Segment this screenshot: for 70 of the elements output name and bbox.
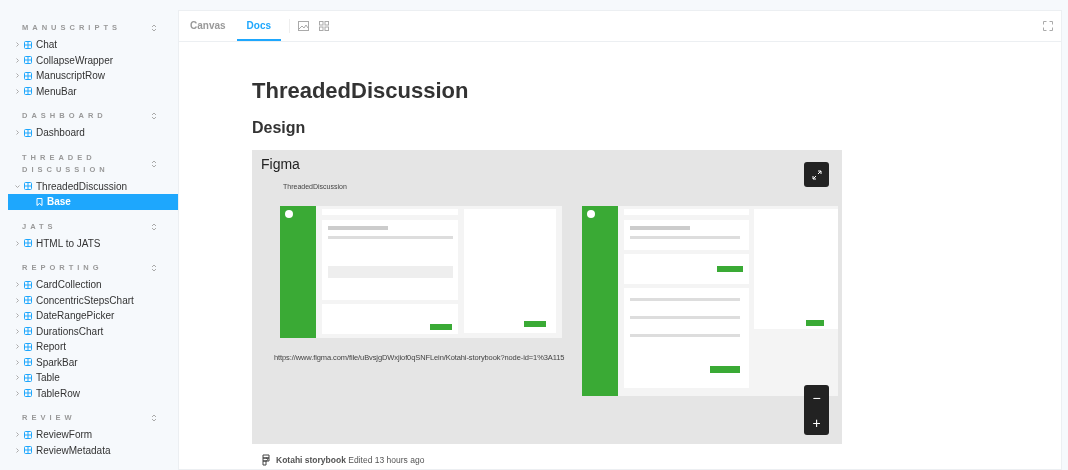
zoom-in-button[interactable]: + <box>804 410 829 435</box>
component-icon <box>24 327 32 336</box>
component-icon <box>24 446 32 455</box>
tree-item[interactable]: ReviewMetadata <box>8 442 178 458</box>
tree-item[interactable]: HTML to JATS <box>8 235 178 251</box>
tree-item[interactable]: CardCollection <box>8 277 178 293</box>
component-icon <box>24 40 32 49</box>
fullscreen-icon[interactable] <box>1043 21 1053 31</box>
tree-item[interactable]: TableRow <box>8 385 178 401</box>
caret-icon <box>15 57 20 63</box>
component-icon <box>24 239 32 248</box>
tree-item[interactable]: ManuscriptRow <box>8 68 178 84</box>
caret-icon <box>15 328 20 334</box>
tree-item[interactable]: Chat <box>8 37 178 53</box>
component-icon <box>24 389 32 398</box>
expand-collapse-icon[interactable] <box>150 158 158 169</box>
tree-item[interactable]: ConcentricStepsChart <box>8 292 178 308</box>
tree-item[interactable]: ReviewForm <box>8 427 178 443</box>
expand-collapse-icon[interactable] <box>150 23 158 33</box>
expand-collapse-icon[interactable] <box>150 221 158 232</box>
expand-collapse-icon[interactable] <box>150 413 158 423</box>
component-icon <box>24 128 32 137</box>
tree-item[interactable]: DateRangePicker <box>8 308 178 324</box>
grid-icon[interactable] <box>319 21 330 31</box>
expand-collapse-icon[interactable] <box>150 111 158 121</box>
caret-icon <box>15 183 20 189</box>
tree-item[interactable]: Table <box>8 370 178 386</box>
tree-item[interactable]: Report <box>8 339 178 355</box>
tree-item[interactable]: CollapseWrapper <box>8 52 178 68</box>
caret-icon <box>15 344 20 350</box>
component-icon <box>24 182 32 191</box>
caret-icon <box>15 297 20 303</box>
component-icon <box>24 342 32 351</box>
caret-icon <box>15 375 20 381</box>
caret-icon <box>15 313 20 319</box>
component-icon <box>24 373 32 382</box>
component-icon <box>24 311 32 320</box>
component-icon <box>24 56 32 65</box>
caret-icon <box>15 130 20 136</box>
tree-item[interactable]: Dashboard <box>8 125 178 141</box>
component-icon <box>24 430 32 439</box>
component-icon <box>24 280 32 289</box>
component-icon <box>24 71 32 80</box>
figma-icon <box>262 454 270 466</box>
caret-icon <box>15 73 20 79</box>
caret-icon <box>15 240 20 246</box>
component-icon <box>24 87 32 96</box>
component-icon <box>24 296 32 305</box>
expand-button[interactable] <box>804 162 829 187</box>
caret-icon <box>15 390 20 396</box>
caret-icon <box>15 282 20 288</box>
caret-icon <box>15 88 20 94</box>
tree-item[interactable]: ThreadedDiscussion <box>8 178 178 194</box>
bookmark-icon <box>36 197 43 206</box>
caret-icon <box>15 432 20 438</box>
section-heading: Design <box>252 118 307 138</box>
caret-icon <box>15 447 20 453</box>
tree-item[interactable]: DurationsChart <box>8 323 178 339</box>
page-title: ThreadedDiscussion <box>252 78 470 104</box>
image-icon[interactable] <box>298 21 310 31</box>
zoom-out-button[interactable]: − <box>804 385 829 410</box>
embed-title: Figma <box>261 156 300 172</box>
component-icon <box>24 358 32 367</box>
edit-info: Kotahi storybook Edited 13 hours ago <box>276 455 425 465</box>
tree-item[interactable]: MenuBar <box>8 83 178 99</box>
tree-item[interactable]: SparkBar <box>8 354 178 370</box>
caret-icon <box>15 359 20 365</box>
expand-collapse-icon[interactable] <box>150 263 158 273</box>
expand-icon <box>811 169 822 180</box>
caret-icon <box>15 42 20 48</box>
